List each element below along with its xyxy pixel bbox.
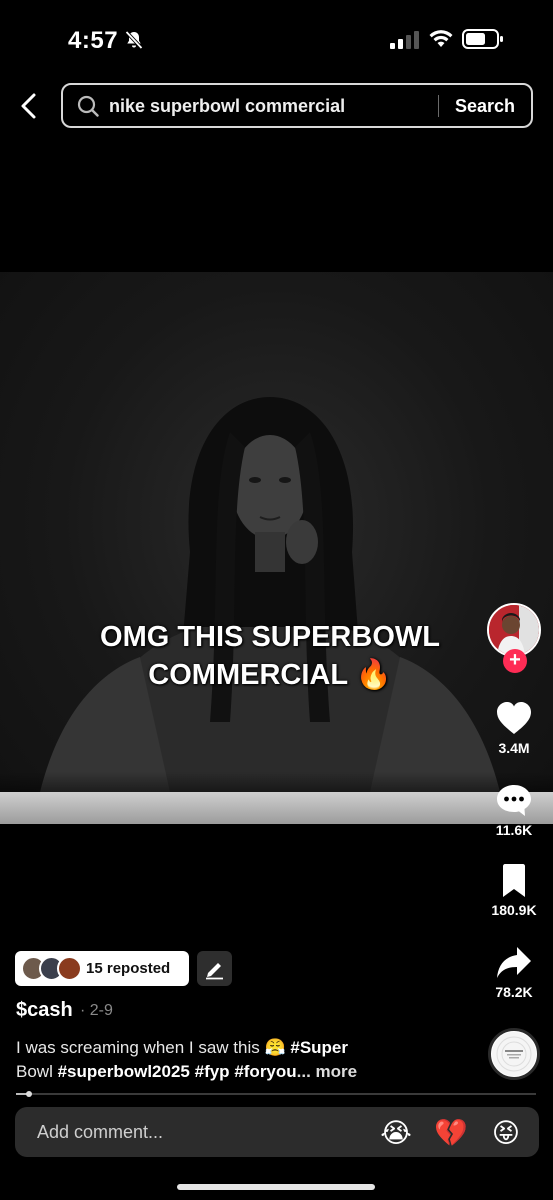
edit-repost-button[interactable] [197, 951, 232, 986]
author-username[interactable]: $cash [16, 999, 73, 1022]
hashtag-link[interactable]: #Super [290, 1038, 348, 1057]
bell-slash-icon [125, 30, 143, 50]
sound-disc-button[interactable] [488, 1028, 540, 1080]
bookmark-icon [503, 864, 525, 897]
emoji-broken-heart-button[interactable]: 💔 [434, 1116, 468, 1150]
hashtag-link[interactable]: #superbowl2025 [58, 1062, 190, 1081]
sound-disc-icon [492, 1032, 536, 1076]
heart-icon [497, 702, 531, 734]
pencil-icon [206, 963, 223, 980]
save-button[interactable]: 180.9K [484, 862, 544, 918]
search-button[interactable]: Search [455, 96, 515, 117]
repost-avatar [57, 956, 82, 981]
repost-indicator[interactable]: 15 reposted [15, 951, 189, 986]
share-count: 78.2K [495, 984, 533, 1000]
hashtag-link[interactable]: #foryou [234, 1062, 296, 1081]
hashtag-link[interactable]: #fyp [195, 1062, 230, 1081]
save-count: 180.9K [491, 902, 537, 918]
like-button[interactable]: 3.4M [484, 700, 544, 756]
battery-icon [462, 29, 503, 49]
repost-avatars [21, 956, 87, 981]
back-button[interactable] [16, 92, 44, 120]
comment-placeholder: Add comment... [37, 1122, 164, 1142]
share-arrow-icon [497, 947, 531, 978]
creator-avatar-button[interactable]: + [487, 603, 541, 673]
avatar-image [489, 605, 539, 655]
wifi-icon [429, 30, 453, 47]
search-query-text: nike superbowl commercial [109, 96, 346, 116]
desc-text-bowl[interactable]: Bowl [16, 1062, 53, 1081]
status-time: 4:57 [68, 27, 119, 54]
search-input[interactable]: nike superbowl commercial Search [61, 83, 533, 128]
comment-bubble-icon [497, 785, 531, 816]
comment-input[interactable]: Add comment... 😭 💔 😝 [15, 1107, 539, 1157]
video-table-surface [0, 792, 553, 824]
caption-line-2: COMMERCIAL 🔥 [148, 659, 392, 691]
magnifier-icon [77, 95, 99, 117]
caption-line-1: OMG THIS SUPERBOWL [100, 621, 440, 653]
table-shadow [0, 772, 553, 794]
video-progress-bar[interactable] [16, 1091, 536, 1097]
home-indicator[interactable] [177, 1184, 375, 1190]
like-count: 3.4M [498, 740, 530, 756]
video-frame-woman [40, 397, 500, 792]
comment-button[interactable]: 11.6K [484, 782, 544, 838]
comment-count: 11.6K [495, 822, 533, 838]
repost-count-label: 15 reposted [86, 960, 171, 977]
search-divider [438, 95, 439, 117]
emoji-crying-button[interactable]: 😭 [379, 1116, 413, 1150]
video-caption: OMG THIS SUPERBOWL COMMERCIAL 🔥 [60, 618, 480, 694]
video-player[interactable] [0, 272, 553, 824]
status-bar: 4:57 [0, 0, 553, 80]
progress-knob[interactable] [26, 1091, 32, 1097]
follow-plus-icon[interactable]: + [503, 649, 527, 673]
post-description[interactable]: I was screaming when I saw this 😤 #Super… [16, 1036, 476, 1084]
cellular-signal-icon [390, 31, 419, 49]
post-date: · 2-9 [80, 1002, 113, 1019]
more-link[interactable]: ... more [297, 1062, 357, 1081]
share-button[interactable]: 78.2K [484, 944, 544, 1000]
emoji-tongue-button[interactable]: 😝 [489, 1116, 523, 1150]
desc-text: I was screaming when I saw this 😤 [16, 1038, 291, 1057]
